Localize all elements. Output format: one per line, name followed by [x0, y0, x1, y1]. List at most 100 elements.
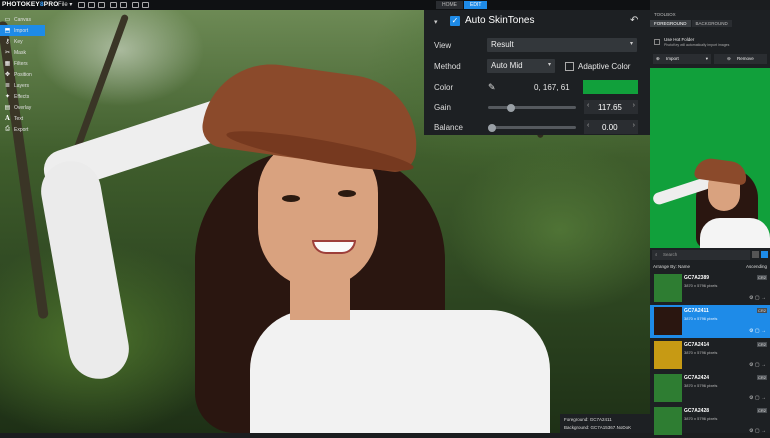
sidebar-item-overlay[interactable]: ▤ Overlay — [0, 102, 45, 113]
sidebar-item-effects[interactable]: ✦ Effects — [0, 91, 45, 102]
sidebar-item-label: Overlay — [14, 104, 32, 111]
balance-number-field[interactable]: ‹ 0.00 › — [584, 120, 638, 134]
tab-home[interactable]: HOME — [436, 1, 463, 9]
color-value: 0, 167, 61 — [534, 83, 570, 92]
tab-edit[interactable]: EDIT — [464, 1, 488, 9]
mask-icon: ✂ — [4, 50, 11, 56]
layers-icon: ≣ — [4, 83, 11, 89]
export-icon: ⎙ — [5, 126, 10, 132]
chevron-down-icon: ▾ — [547, 62, 551, 68]
remove-button[interactable]: ⊖ Remove — [714, 54, 767, 64]
tab-foreground[interactable]: FOREGROUND — [650, 20, 691, 27]
gain-number-field[interactable]: ‹ 117.65 › — [584, 100, 638, 114]
import-dropdown[interactable]: ⊕ Import ▾ — [653, 54, 711, 64]
undo-icon[interactable] — [110, 2, 117, 8]
arm-sleeve — [36, 156, 134, 384]
open-icon[interactable] — [88, 2, 95, 8]
right-eye — [338, 190, 356, 197]
color-swatch[interactable] — [583, 80, 638, 94]
eyedropper-icon[interactable]: ✎ — [488, 82, 496, 93]
sidebar-item-import[interactable]: ⬒ Import — [0, 25, 45, 36]
view-dropdown[interactable]: Result ▾ — [487, 38, 637, 52]
overlay-icon: ▤ — [4, 105, 11, 111]
reset-icon[interactable]: ↶ — [630, 15, 638, 26]
format-badge: CR2 — [756, 375, 767, 380]
sidebar-item-label: Effects — [14, 93, 30, 100]
decrement-icon[interactable]: ‹ — [587, 102, 589, 109]
increment-icon[interactable]: › — [633, 102, 635, 109]
adaptive-color-checkbox[interactable] — [565, 62, 574, 71]
sidebar-item-position[interactable]: ✥ Position — [0, 69, 45, 80]
import-icon: ⬒ — [4, 28, 11, 34]
sidebar-item-label: Mask — [14, 49, 26, 56]
file-thumbnail — [654, 374, 682, 402]
sidebar-item-label: Text — [14, 115, 24, 122]
grid-view-icon[interactable] — [761, 251, 768, 258]
zoom-icon[interactable] — [132, 2, 139, 8]
sidebar-item-key[interactable]: ⚷ Key — [0, 36, 45, 47]
enable-checkbox[interactable]: ✓ — [450, 16, 460, 26]
file-menu[interactable]: File ▾ — [58, 1, 72, 8]
sort-order[interactable]: Ascending — [746, 264, 767, 269]
tool-sidebar: ▭ Canvas ⬒ Import ⚷ Key ✂ Mask ▦ Filters ✥ Pos… — [0, 14, 45, 135]
filters-icon: ▦ — [4, 61, 11, 67]
sidebar-item-export[interactable]: ⎙ Export — [0, 124, 45, 135]
gain-slider-handle[interactable] — [507, 104, 515, 112]
toolbox-title: TOOLBOX — [654, 12, 676, 17]
search-icon: ⌕ — [655, 252, 658, 257]
view-label: View — [434, 41, 452, 50]
arrange-by[interactable]: Arrange By: Name — [653, 264, 690, 269]
hot-folder-checkbox[interactable] — [654, 39, 660, 45]
list-item[interactable]: GC7A2389 3870 x 5796 pixels CR2 ⚙ ▢ → — [650, 272, 770, 305]
search-input[interactable]: ⌕ Search — [652, 250, 750, 260]
list-item[interactable]: GC7A2428 3870 x 5796 pixels CR2 ⚙ ▢ → — [650, 405, 770, 438]
sidebar-item-filters[interactable]: ▦ Filters — [0, 58, 45, 69]
list-item[interactable]: GC7A2424 3870 x 5796 pixels CR2 ⚙ ▢ → — [650, 372, 770, 405]
foreground-preview — [650, 68, 770, 248]
method-dropdown[interactable]: Auto Mid ▾ — [487, 59, 555, 73]
background-label: Background: — [564, 425, 590, 430]
sidebar-item-text[interactable]: A Text — [0, 113, 45, 124]
canvas-icon: ▭ — [4, 17, 11, 23]
list-item[interactable]: GC7A2411 3870 x 5796 pixels CR2 ⚙ ▢ → — [650, 305, 770, 338]
file-thumbnail — [654, 407, 682, 435]
row-actions-icon[interactable]: ⚙ ▢ → — [749, 328, 766, 334]
hot-folder-description: PhotoKey will automatically import image… — [664, 43, 730, 47]
collapse-caret-icon[interactable]: ▾ — [434, 18, 438, 26]
color-row: Color ✎ 0, 167, 61 — [424, 80, 650, 96]
method-label: Method — [434, 62, 461, 71]
decrement-icon[interactable]: ‹ — [587, 122, 589, 129]
file-thumbnail — [654, 341, 682, 369]
increment-icon[interactable]: › — [633, 122, 635, 129]
key-icon: ⚷ — [5, 39, 10, 45]
row-actions-icon[interactable]: ⚙ ▢ → — [749, 428, 766, 434]
row-actions-icon[interactable]: ⚙ ▢ → — [749, 295, 766, 301]
tab-background[interactable]: BACKGROUND — [691, 20, 732, 27]
redo-icon[interactable] — [120, 2, 127, 8]
row-actions-icon[interactable]: ⚙ ▢ → — [749, 395, 766, 401]
file-thumbnail — [654, 274, 682, 302]
hot-folder-title: Use Hot Folder — [664, 37, 695, 42]
sidebar-item-mask[interactable]: ✂ Mask — [0, 47, 45, 58]
gain-slider[interactable] — [488, 106, 576, 109]
sidebar-item-layers[interactable]: ≣ Layers — [0, 80, 45, 91]
remove-icon: ⊖ — [727, 56, 731, 61]
toolbox-panel: TOOLBOX FOREGROUND BACKGROUND Use Hot Fo… — [650, 10, 770, 435]
save-icon[interactable] — [98, 2, 105, 8]
new-icon[interactable] — [78, 2, 85, 8]
list-item[interactable]: GC7A2414 3870 x 5796 pixels CR2 ⚙ ▢ → — [650, 339, 770, 372]
sidebar-item-label: Export — [14, 126, 29, 133]
balance-label: Balance — [434, 123, 463, 132]
balance-slider[interactable] — [488, 126, 576, 129]
list-view-icon[interactable] — [752, 251, 759, 258]
sidebar-item-label: Canvas — [14, 16, 31, 23]
row-actions-icon[interactable]: ⚙ ▢ → — [749, 362, 766, 368]
sidebar-item-label: Layers — [14, 82, 30, 89]
balance-slider-handle[interactable] — [488, 124, 496, 132]
gain-label: Gain — [434, 103, 451, 112]
toolbox-tabs: FOREGROUND BACKGROUND — [650, 20, 732, 27]
sidebar-item-canvas[interactable]: ▭ Canvas — [0, 14, 45, 25]
foreground-label: Foreground: — [564, 417, 589, 422]
left-eye — [282, 195, 300, 202]
fit-icon[interactable] — [142, 2, 149, 8]
